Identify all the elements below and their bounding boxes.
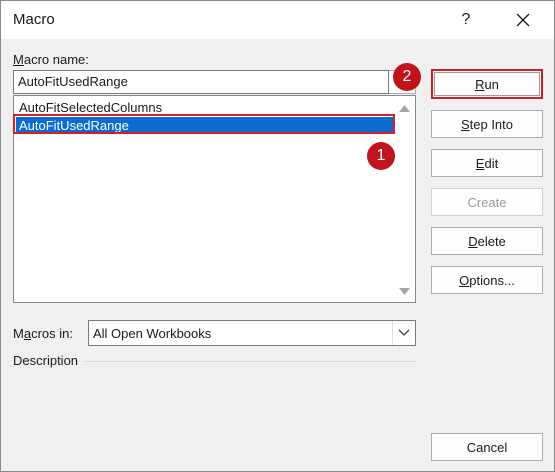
selection-highlight-box [13, 114, 395, 134]
run-button[interactable]: Run [431, 69, 543, 99]
step-into-button[interactable]: Step Into [431, 110, 543, 138]
macros-in-dropdown-button[interactable] [392, 321, 415, 345]
delete-button[interactable]: Delete [431, 227, 543, 255]
cancel-button[interactable]: Cancel [431, 433, 543, 461]
close-button[interactable] [506, 6, 540, 34]
close-icon [516, 13, 530, 27]
annotation-badge-2: 2 [393, 63, 421, 91]
window-title: Macro [13, 11, 55, 28]
macros-in-label: Macros in: [13, 326, 73, 341]
chevron-down-icon [398, 329, 410, 336]
create-button[interactable]: Create [431, 188, 543, 216]
scroll-down-icon[interactable] [399, 288, 410, 295]
help-icon: ? [461, 11, 471, 28]
title-bar: Macro ? [1, 1, 554, 39]
macros-in-value: All Open Workbooks [93, 326, 212, 341]
edit-button[interactable]: Edit [431, 149, 543, 177]
macro-name-label: Macro name: [13, 52, 89, 67]
annotation-badge-1: 1 [367, 142, 395, 170]
macro-name-input[interactable]: AutoFitUsedRange [13, 70, 389, 94]
macro-list-scrollbar[interactable] [394, 96, 415, 302]
macros-in-select[interactable]: All Open Workbooks [88, 320, 416, 346]
help-button[interactable]: ? [453, 6, 479, 34]
description-label: Description [13, 353, 79, 368]
description-divider [85, 361, 415, 362]
options-button[interactable]: Options... [431, 266, 543, 294]
scroll-up-icon[interactable] [399, 105, 410, 112]
macro-dialog: Macro ? Macro name: AutoFitUsedRange Aut… [0, 0, 555, 472]
run-button-face: Run [434, 72, 540, 96]
